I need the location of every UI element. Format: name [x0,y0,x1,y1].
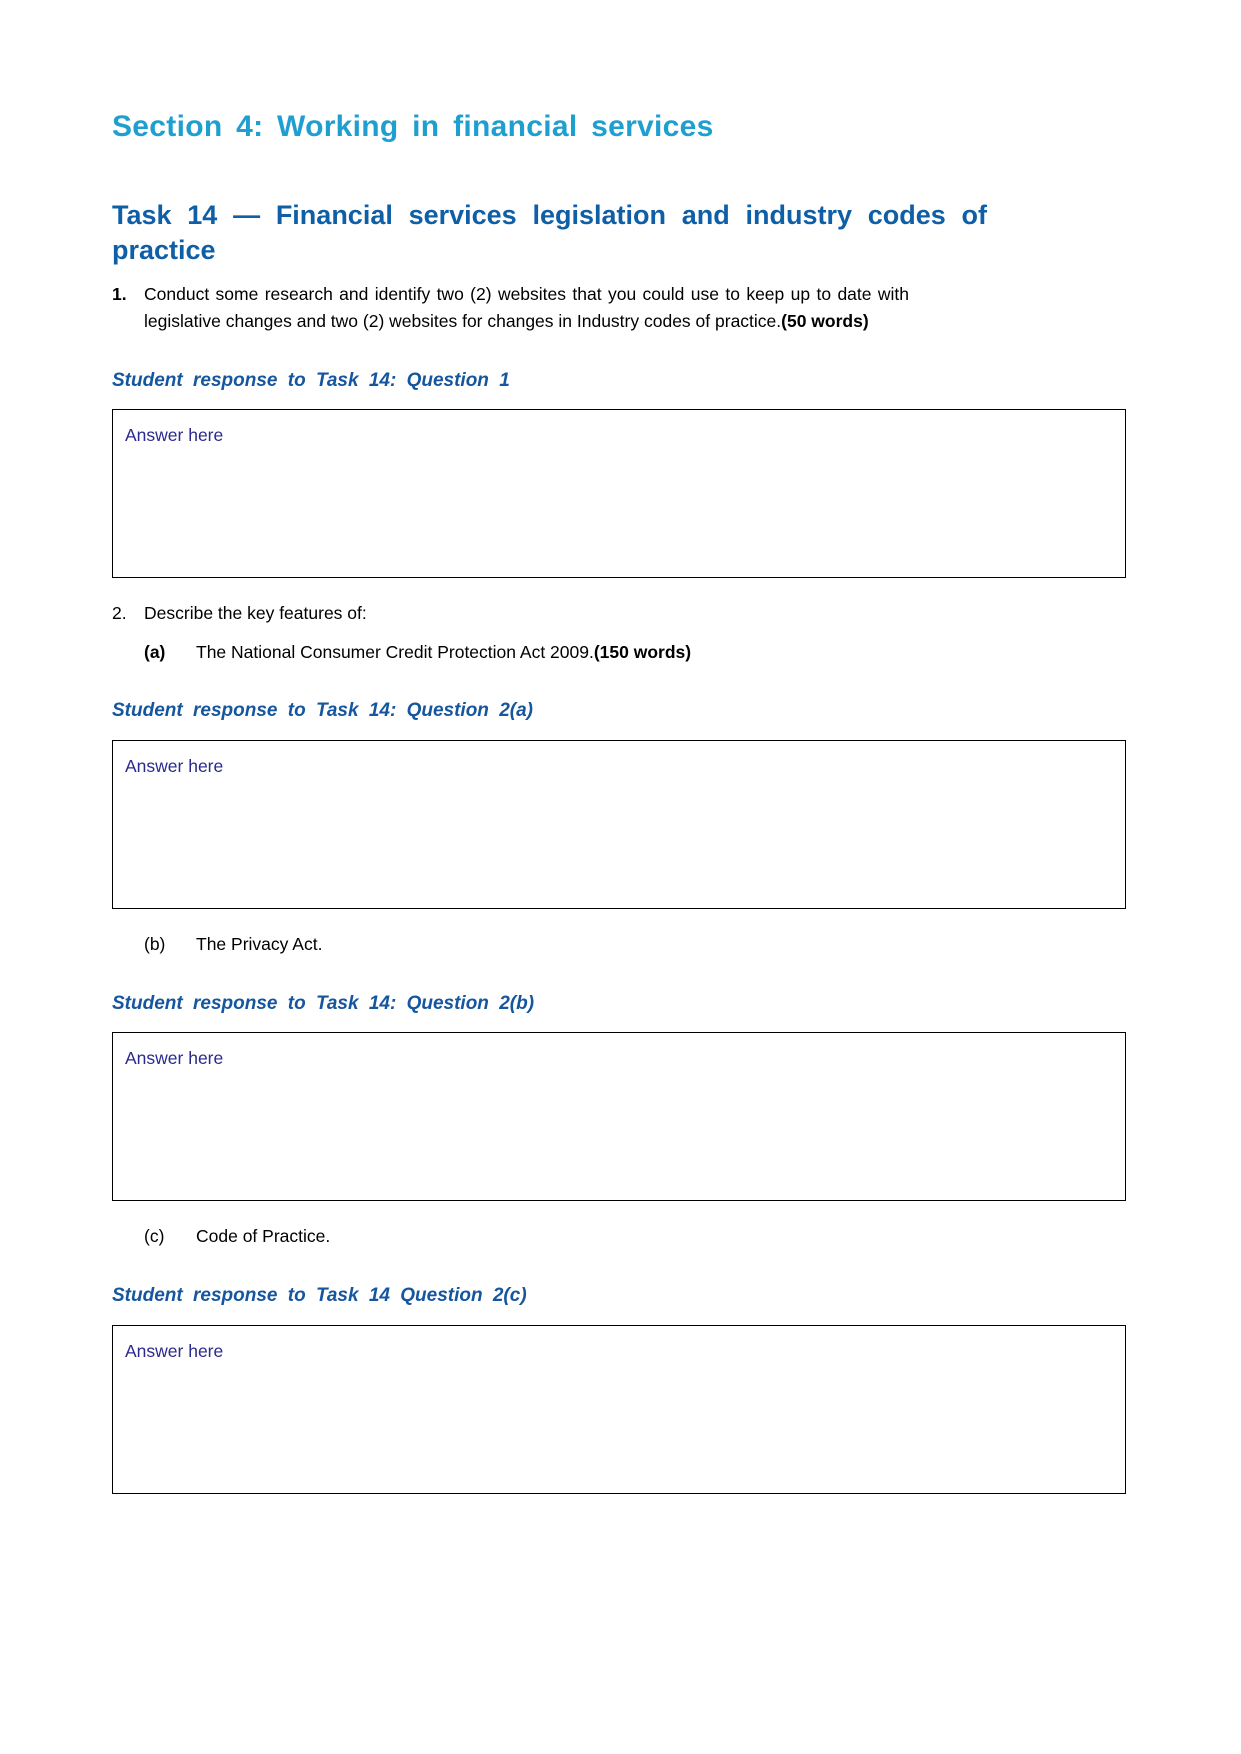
answer-box-q2a[interactable]: Answer here [112,740,1126,910]
response-heading-q1: Student response to Task 14: Question 1 [112,369,510,391]
question-2-number: 2. [112,603,127,624]
answer-placeholder-q2c: Answer here [125,1340,224,1361]
question-2c-text: Code of Practice. [196,1226,331,1247]
question-2b: (b) The Privacy Act. [112,931,1126,958]
response-heading-q2c: Student response to Task 14 Question 2(c… [112,1284,527,1306]
question-2b-text: The Privacy Act. [196,934,323,955]
answer-placeholder-q2b: Answer here [125,1048,224,1069]
response-heading-q2b: Student response to Task 14: Question 2(… [112,992,535,1014]
question-1-number: 1. [112,284,127,305]
question-1-wordcount: (50 words) [781,310,869,331]
question-2a-wordcount: (150 words) [593,641,692,662]
question-1-text: Conduct some research and identify two (… [144,281,909,334]
answer-box-q1[interactable]: Answer here [112,409,1126,579]
response-heading-q2a: Student response to Task 14: Question 2(… [112,700,533,722]
document-page: Section 4: Working in financial services… [0,0,1241,1754]
question-2c-letter: (c) [144,1226,165,1247]
question-2b-letter: (b) [144,934,166,955]
question-1: 1. Conduct some research and identify tw… [112,281,1126,334]
question-2: 2. Describe the key features of: [112,600,1126,627]
answer-placeholder-q1: Answer here [125,425,224,446]
page-content: Section 4: Working in financial services… [112,108,1126,1494]
answer-placeholder-q2a: Answer here [125,756,224,777]
question-2-text: Describe the key features of: [144,603,367,624]
question-2a-letter: (a) [144,641,166,662]
question-2a: (a) The National Consumer Credit Protect… [112,639,1126,666]
question-2a-body: The National Consumer Credit Protection … [196,641,594,662]
question-2c: (c) Code of Practice. [112,1223,1126,1250]
task-heading: Task 14 — Financial services legislation… [112,199,987,266]
question-2a-text: The National Consumer Credit Protection … [196,639,1126,666]
answer-box-q2b[interactable]: Answer here [112,1032,1126,1202]
section-heading: Section 4: Working in financial services [112,110,714,143]
answer-box-q2c[interactable]: Answer here [112,1324,1126,1494]
